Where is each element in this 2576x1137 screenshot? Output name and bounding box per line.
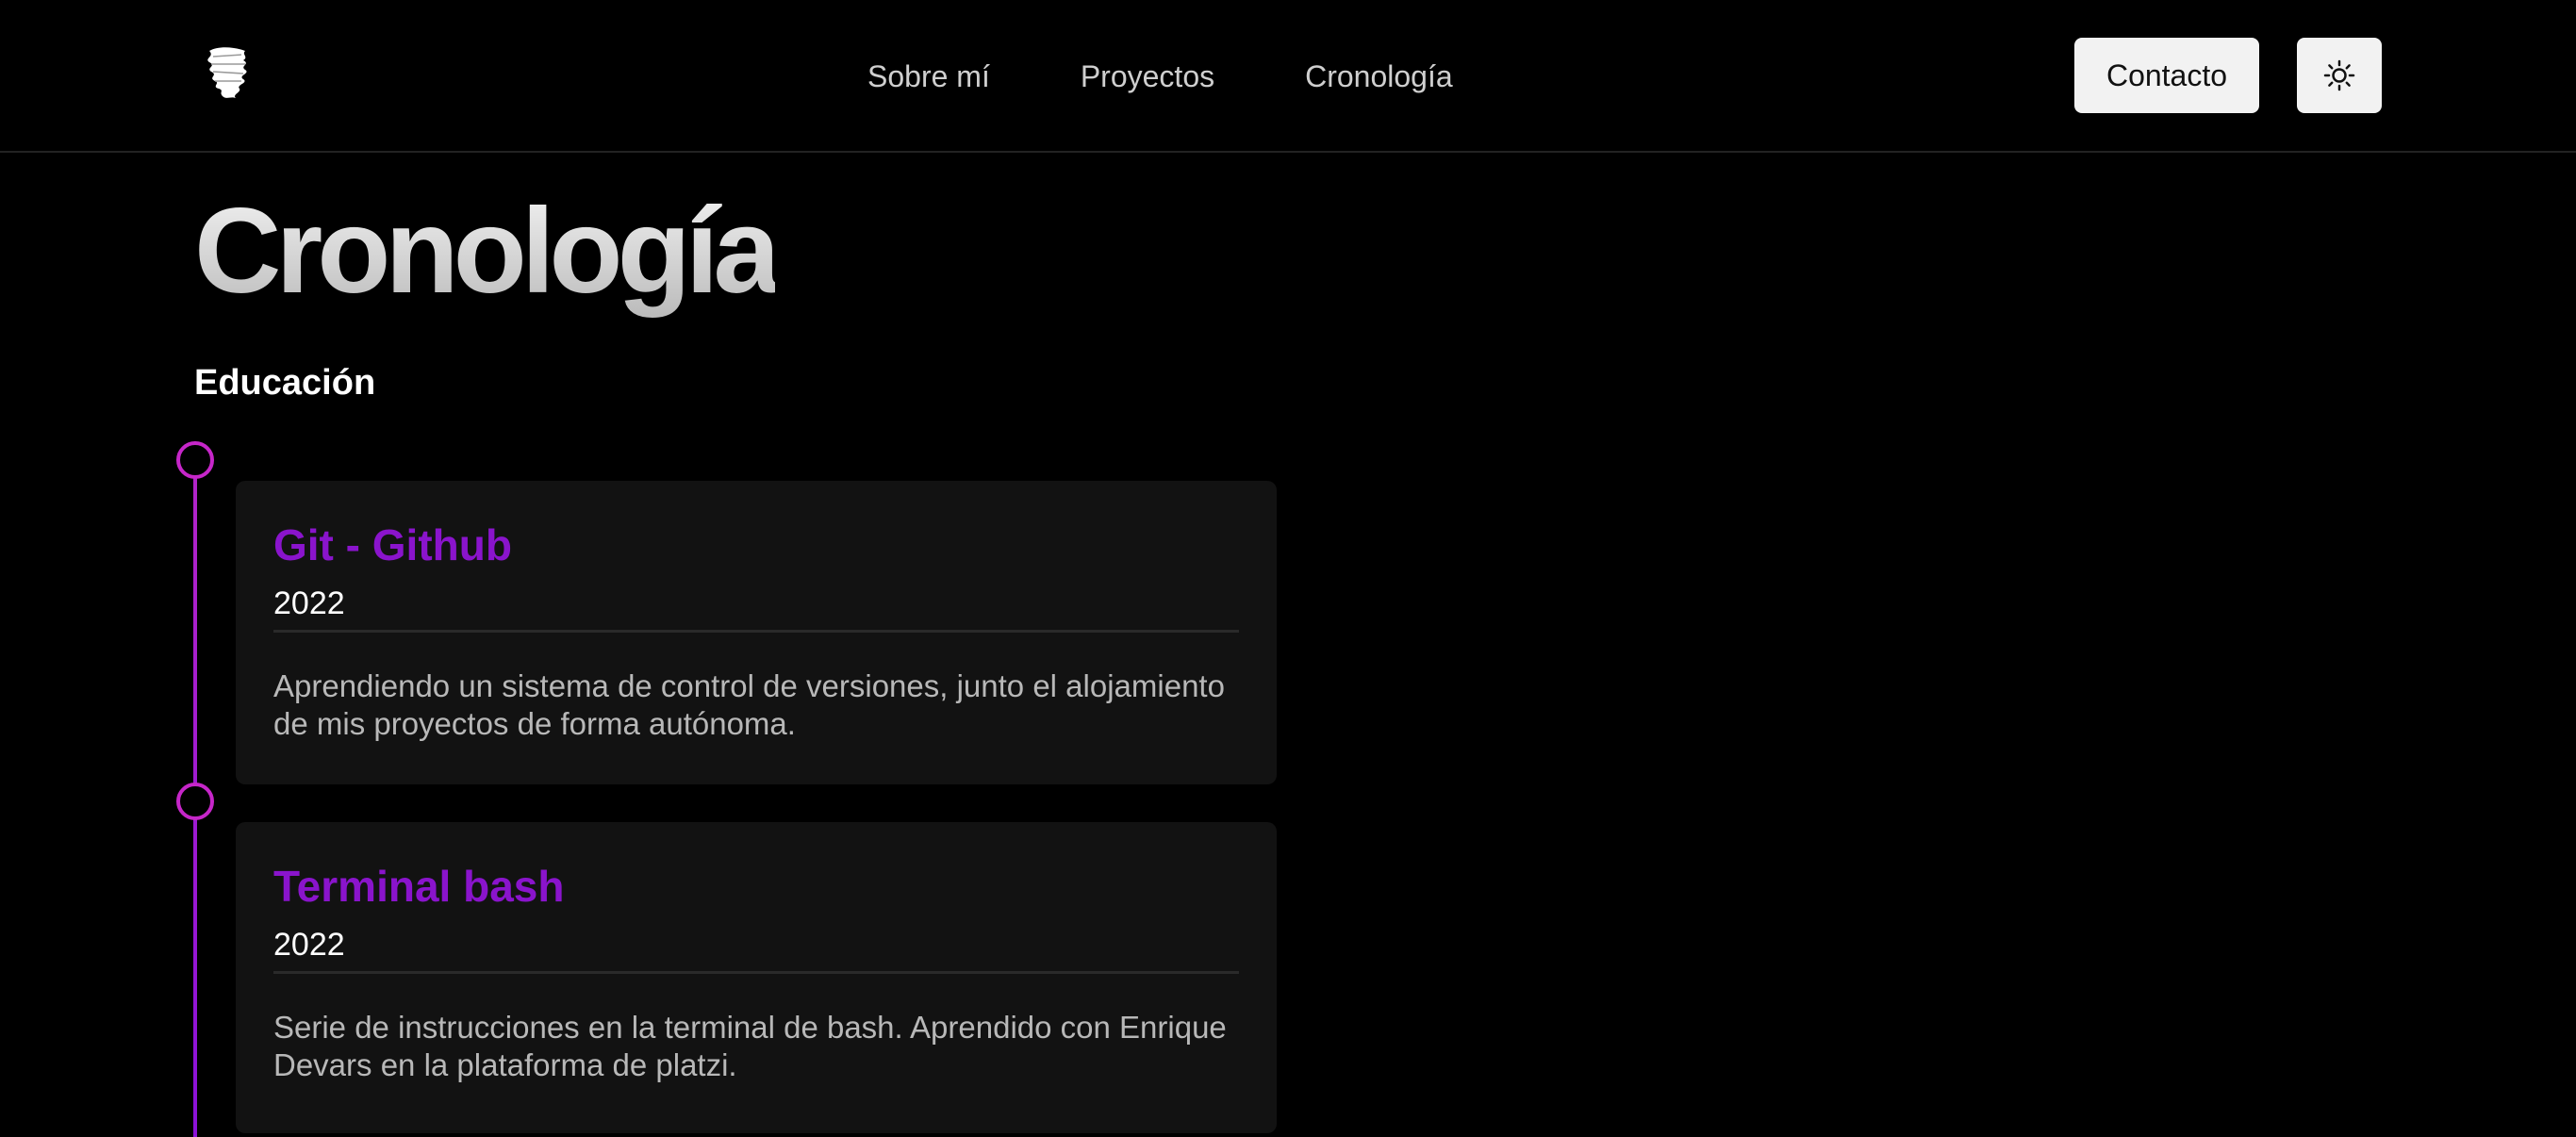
timeline-card-description: Serie de instrucciones en la terminal de…: [273, 1010, 1227, 1082]
timeline-card-date: 2022: [273, 927, 345, 963]
timeline-card-title: Git - Github: [273, 520, 512, 569]
site-header: Sobre mí Proyectos Cronología Contacto: [0, 0, 2576, 153]
divider: [273, 630, 1239, 633]
nav-link-cronologia[interactable]: Cronología: [1305, 59, 1453, 94]
timeline-dot: [176, 783, 214, 820]
page-title: Cronología: [194, 181, 780, 322]
main-nav: Sobre mí Proyectos Cronología: [867, 53, 1453, 100]
timeline-card-date: 2022: [273, 585, 345, 621]
brush-stroke-logo-icon[interactable]: [198, 43, 256, 102]
nav-link-proyectos[interactable]: Proyectos: [1081, 59, 1214, 94]
contact-button[interactable]: Contacto: [2074, 38, 2259, 113]
theme-toggle-button[interactable]: [2297, 38, 2382, 113]
timeline-card-description: Aprendiendo un sistema de control de ver…: [273, 668, 1225, 741]
sun-icon: [2323, 59, 2355, 91]
timeline-card: Terminal bash 2022 Serie de instruccione…: [236, 822, 1277, 1133]
timeline-card-title: Terminal bash: [273, 862, 565, 911]
timeline-dot: [176, 441, 214, 479]
nav-link-sobre-mi[interactable]: Sobre mí: [867, 59, 990, 94]
divider: [273, 971, 1239, 974]
section-title-education: Educación: [194, 363, 376, 403]
timeline-card: Git - Github 2022 Aprendiendo un sistema…: [236, 481, 1277, 784]
